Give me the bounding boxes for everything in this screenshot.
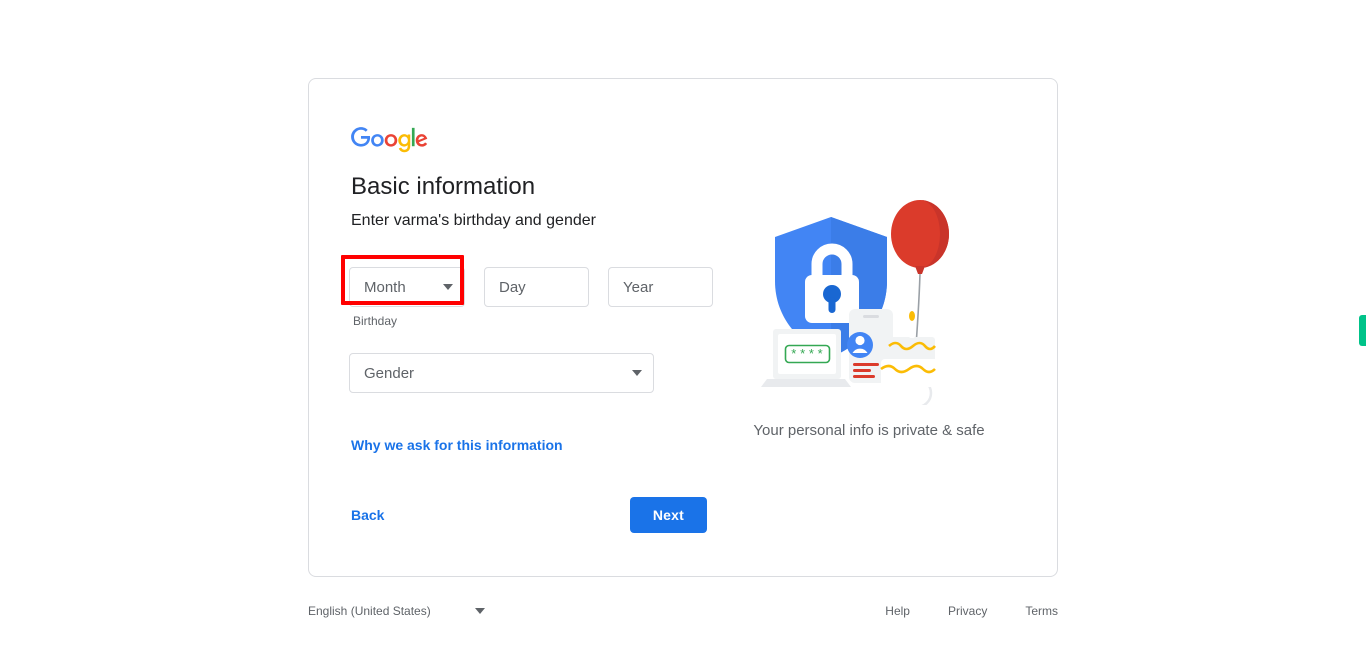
chevron-down-icon (443, 284, 453, 290)
month-dropdown[interactable]: Month (349, 267, 465, 307)
footer-link-privacy[interactable]: Privacy (948, 604, 987, 618)
month-placeholder: Month (364, 278, 406, 296)
back-link[interactable]: Back (351, 498, 392, 532)
footer-links: Help Privacy Terms (885, 604, 1058, 618)
next-button[interactable]: Next (629, 497, 707, 533)
card-inner: Basic information Enter varma's birthday… (309, 79, 1057, 576)
google-logo (351, 127, 721, 153)
side-tab[interactable] (1359, 315, 1366, 346)
page-subtitle: Enter varma's birthday and gender (351, 212, 596, 229)
svg-text:****: **** (790, 348, 825, 363)
form-column: Basic information Enter varma's birthday… (349, 127, 721, 540)
illustration-column: **** Your personal info is private & saf… (721, 127, 1017, 540)
year-placeholder: Year (623, 278, 654, 296)
chevron-down-icon (632, 370, 642, 376)
birthday-label: Birthday (353, 314, 398, 328)
language-label: English (United States) (308, 604, 431, 618)
illustration-caption: Your personal info is private & safe (753, 422, 985, 439)
birthday-field-group: Month Day Year (349, 267, 721, 307)
why-we-ask-link[interactable]: Why we ask for this information (351, 437, 563, 453)
privacy-shield-illustration: **** (761, 200, 949, 405)
gender-placeholder: Gender (364, 364, 415, 382)
footer-link-help[interactable]: Help (885, 604, 910, 618)
gender-field-group: Gender (349, 353, 721, 393)
page-title: Basic information (351, 173, 536, 200)
year-input[interactable]: Year (608, 267, 713, 307)
language-selector[interactable]: English (United States) (308, 600, 485, 622)
day-input[interactable]: Day (484, 267, 589, 307)
chevron-down-icon (474, 608, 485, 614)
page-root: Basic information Enter varma's birthday… (0, 0, 1366, 657)
form-actions: Back Next (351, 497, 707, 533)
footer-link-terms[interactable]: Terms (1025, 604, 1058, 618)
signup-card: Basic information Enter varma's birthday… (308, 78, 1058, 577)
page-footer: English (United States) Help Privacy Ter… (308, 596, 1058, 626)
day-placeholder: Day (499, 278, 526, 296)
gender-dropdown[interactable]: Gender (349, 353, 654, 393)
